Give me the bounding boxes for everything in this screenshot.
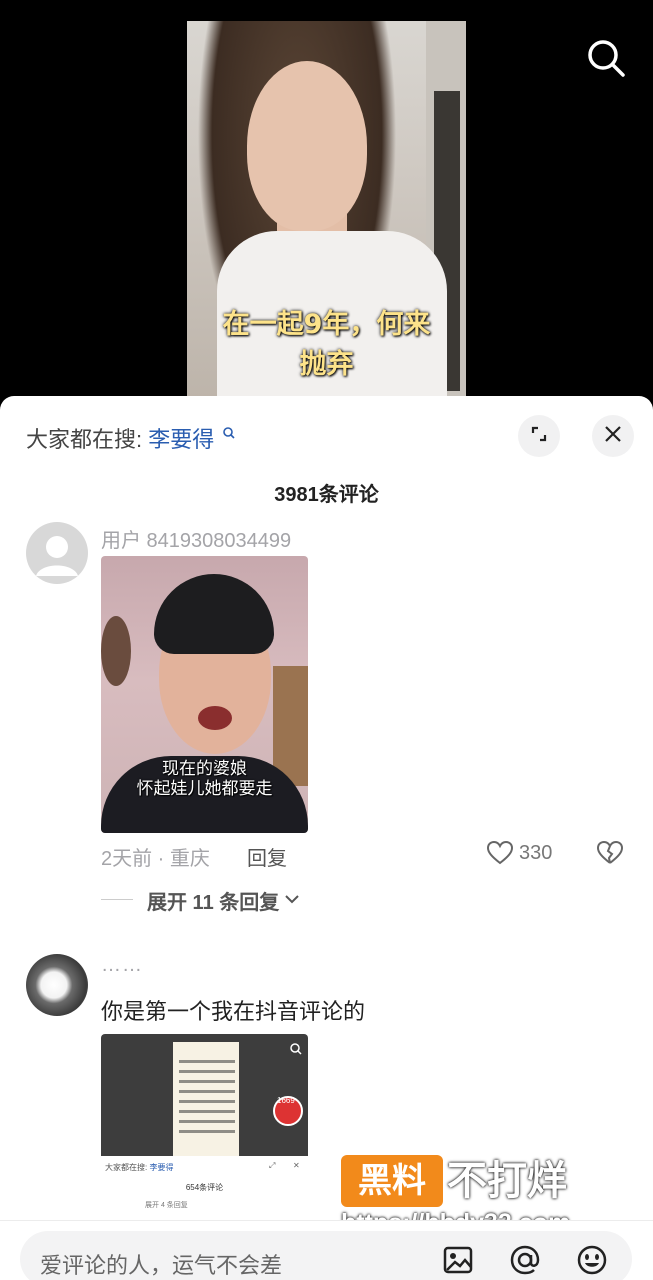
video-caption-line1: 在一起9年，何来 [222, 309, 431, 340]
comment-image-caption-line1: 现在的婆娘 [162, 759, 247, 778]
comment-image-caption-line2: 怀起娃儿她都要走 [136, 779, 273, 798]
comment-image-caption: 现在的婆娘 怀起娃儿她都要走 [101, 759, 308, 799]
comment-username[interactable]: 用户 8419308034499 [101, 524, 291, 553]
emoji-icon[interactable] [575, 1243, 609, 1280]
watermark-badge: 黑料 [341, 1155, 443, 1207]
search-icon[interactable] [584, 36, 628, 80]
video-caption-line2: 抛弃 [299, 349, 354, 380]
thumb-expand-replies: 展开 4 条回复 [145, 1202, 188, 1209]
expand-replies-button[interactable]: 展开 11 条回复 [147, 886, 279, 915]
chevron-down-icon [284, 892, 300, 910]
comment-input-placeholder: 爱评论的人，运气不会差 [40, 1253, 283, 1278]
reply-button[interactable]: 回复 [247, 842, 287, 871]
comment-text: 你是第一个我在抖音评论的 [101, 999, 366, 1024]
thumb-hot-search-keyword: 李要得 [149, 1163, 174, 1172]
close-button[interactable] [592, 415, 634, 457]
hot-search[interactable]: 大家都在搜: 李要得 [26, 422, 236, 454]
fullscreen-button[interactable] [518, 415, 560, 457]
video-player[interactable]: 在一起9年，何来 抛弃 [0, 0, 653, 420]
comment-meta: 2天前 · 重庆 [101, 848, 210, 870]
thumb-comment-count: 654条评论 [185, 1183, 224, 1192]
heart-icon[interactable] [486, 839, 514, 872]
comment-username[interactable]: …… [101, 954, 143, 977]
small-search-icon [222, 422, 236, 448]
mention-icon[interactable] [508, 1243, 542, 1280]
thumb-expand-icon: ⤢ [269, 1161, 276, 1170]
expand-icon [528, 423, 550, 450]
hot-search-keyword[interactable]: 李要得 [148, 427, 214, 452]
like-count: 330 [519, 842, 553, 864]
thumb-close-icon: ✕ [293, 1161, 300, 1170]
avatar[interactable] [26, 522, 88, 584]
image-icon[interactable] [441, 1243, 475, 1280]
comment-count: 3981条评论 [274, 484, 379, 506]
watermark-text: 不打烊 [447, 1158, 567, 1204]
comment-sheet: 大家都在搜: 李要得 3981条评论 用户 8419308034499 现在的婆… [0, 396, 653, 1280]
thumb-hot-search-label: 大家都在搜: [105, 1163, 148, 1172]
thumb-counter: 1669 [277, 1096, 295, 1105]
avatar[interactable] [26, 954, 88, 1016]
video-caption: 在一起9年，何来 抛弃 [187, 305, 466, 385]
broken-heart-icon[interactable] [596, 839, 624, 872]
close-icon [603, 424, 623, 449]
thumb-comment-sheet: 大家都在搜: 李要得 ⤢ ✕ 654条评论 展开 4 条回复 [101, 1156, 308, 1224]
thumb-hot-search: 大家都在搜: 李要得 [105, 1162, 173, 1173]
hot-search-label: 大家都在搜: [26, 427, 143, 452]
comment-image[interactable]: 1669 大家都在搜: 李要得 ⤢ ✕ 654条评论 展开 4 条回复 [101, 1034, 308, 1224]
comment-input-bar: 爱评论的人，运气不会差 [0, 1220, 653, 1280]
search-icon [289, 1042, 303, 1061]
divider [101, 899, 133, 900]
